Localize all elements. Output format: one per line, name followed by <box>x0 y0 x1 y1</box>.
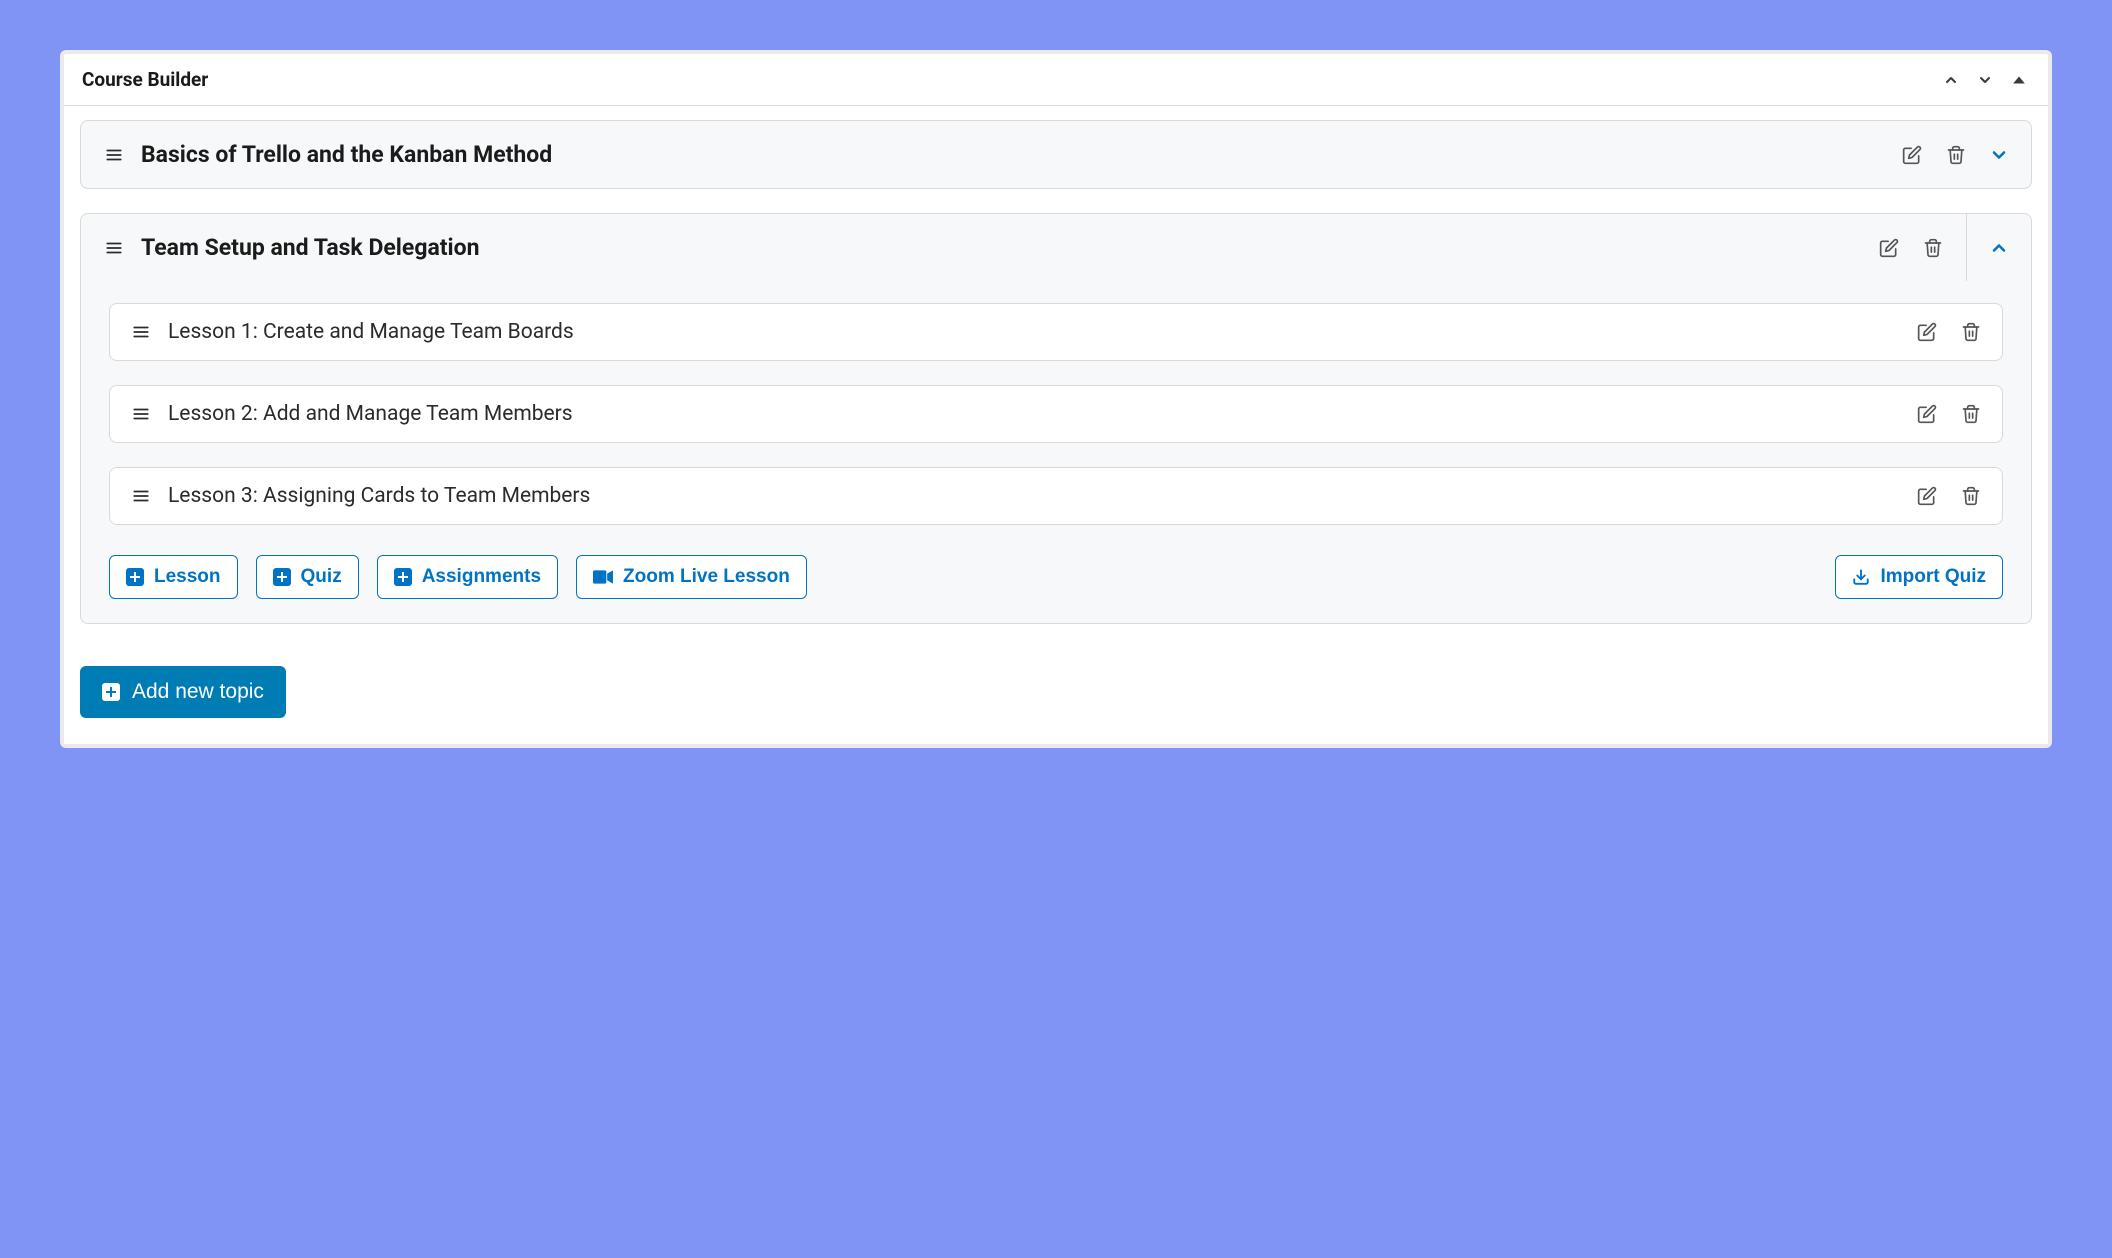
edit-lesson-button[interactable] <box>1916 321 1938 343</box>
import-quiz-button[interactable]: Import Quiz <box>1835 555 2003 599</box>
lesson-row: Lesson 3: Assigning Cards to Team Member… <box>109 467 2003 525</box>
add-quiz-button[interactable]: Quiz <box>256 555 359 599</box>
drag-handle-icon[interactable] <box>130 403 152 425</box>
edit-topic-button[interactable] <box>1901 144 1923 166</box>
lesson-actions <box>1916 403 1982 425</box>
topic-title: Team Setup and Task Delegation <box>141 234 1862 261</box>
collapse-topic-button[interactable] <box>1988 237 2010 259</box>
button-label: Quiz <box>301 566 342 588</box>
topic-actions <box>1901 144 1967 166</box>
download-icon <box>1852 568 1870 586</box>
plus-icon <box>394 568 412 586</box>
delete-lesson-button[interactable] <box>1960 403 1982 425</box>
zoom-live-lesson-button[interactable]: Zoom Live Lesson <box>576 555 807 599</box>
delete-lesson-button[interactable] <box>1960 321 1982 343</box>
video-camera-icon <box>593 570 613 584</box>
collapse-all-button[interactable] <box>1940 69 1962 91</box>
panel-header-controls <box>1940 69 2030 91</box>
drag-handle-icon[interactable] <box>103 237 125 259</box>
button-label: Import Quiz <box>1880 566 1986 588</box>
expand-topic-button[interactable] <box>1988 144 2010 166</box>
topic-row: Basics of Trello and the Kanban Method <box>80 120 2032 189</box>
plus-icon <box>273 568 291 586</box>
lesson-title: Lesson 2: Add and Manage Team Members <box>168 402 1900 426</box>
panel-header: Course Builder <box>64 54 2048 106</box>
panel-body: Basics of Trello and the Kanban Method <box>64 106 2048 744</box>
lesson-title: Lesson 1: Create and Manage Team Boards <box>168 320 1900 344</box>
drag-handle-icon[interactable] <box>130 485 152 507</box>
drag-handle-icon[interactable] <box>130 321 152 343</box>
add-assignments-button[interactable]: Assignments <box>377 555 558 599</box>
delete-topic-button[interactable] <box>1945 144 1967 166</box>
edit-topic-button[interactable] <box>1878 237 1900 259</box>
lesson-title: Lesson 3: Assigning Cards to Team Member… <box>168 484 1900 508</box>
button-label: Assignments <box>422 566 541 588</box>
lesson-row: Lesson 1: Create and Manage Team Boards <box>109 303 2003 361</box>
button-label: Zoom Live Lesson <box>623 566 790 588</box>
expand-all-button[interactable] <box>1974 69 1996 91</box>
button-label: Add new topic <box>132 680 264 704</box>
delete-topic-button[interactable] <box>1922 237 1944 259</box>
edit-lesson-button[interactable] <box>1916 485 1938 507</box>
topic-button-row: Lesson Quiz Assignments Zoom Li <box>109 555 2003 599</box>
button-label: Lesson <box>154 566 221 588</box>
drag-handle-icon[interactable] <box>103 144 125 166</box>
delete-lesson-button[interactable] <box>1960 485 1982 507</box>
panel-toggle-button[interactable] <box>2008 69 2030 91</box>
topic-title: Basics of Trello and the Kanban Method <box>141 141 1885 168</box>
plus-icon <box>102 683 120 701</box>
lesson-row: Lesson 2: Add and Manage Team Members <box>109 385 2003 443</box>
lesson-actions <box>1916 321 1982 343</box>
plus-icon <box>126 568 144 586</box>
topic-row: Team Setup and Task Delegation <box>80 213 2032 624</box>
panel-title: Course Builder <box>82 68 208 91</box>
lesson-actions <box>1916 485 1982 507</box>
add-new-topic-button[interactable]: Add new topic <box>80 666 286 718</box>
topic-actions <box>1878 237 1944 259</box>
edit-lesson-button[interactable] <box>1916 403 1938 425</box>
course-builder-panel: Course Builder Basics of Trello and the … <box>60 50 2052 748</box>
topic-body: Lesson 1: Create and Manage Team Boards <box>81 281 2031 623</box>
add-lesson-button[interactable]: Lesson <box>109 555 238 599</box>
